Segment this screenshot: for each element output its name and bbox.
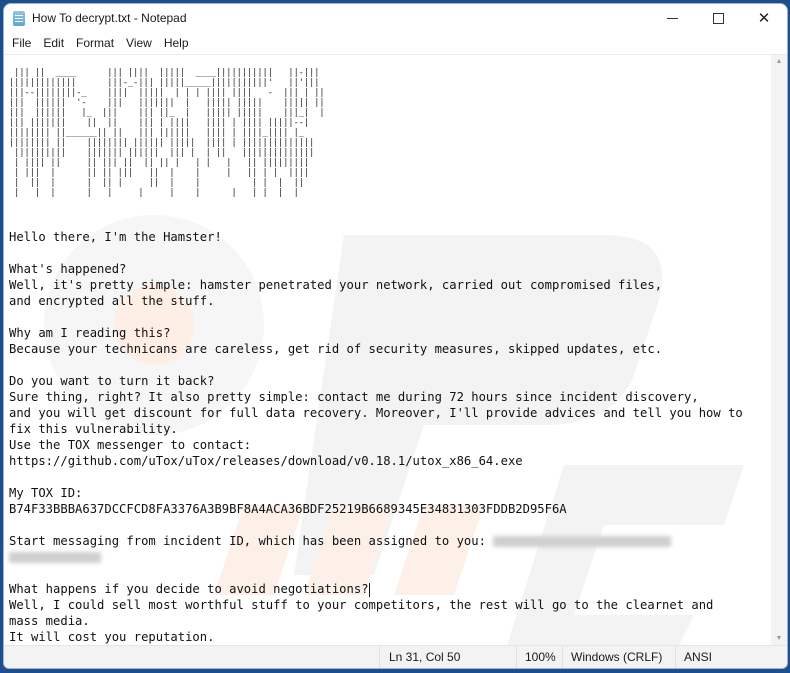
cursor-position: Ln 31, Col 50 xyxy=(379,646,516,668)
title-bar[interactable]: How To decrypt.txt - Notepad ✕ xyxy=(4,4,787,32)
ascii-art-banner: ||| || ____ ||| |||| ||||| ____|||||||||… xyxy=(9,68,325,198)
minimize-button[interactable] xyxy=(649,4,695,32)
menu-help[interactable]: Help xyxy=(160,36,197,50)
maximize-button[interactable] xyxy=(695,4,741,32)
close-button[interactable]: ✕ xyxy=(741,4,787,32)
zoom-level: 100% xyxy=(516,646,562,668)
menu-format[interactable]: Format xyxy=(72,36,122,50)
text-caret xyxy=(368,582,370,597)
status-bar: Ln 31, Col 50 100% Windows (CRLF) ANSI xyxy=(4,645,787,668)
redacted-incident-id xyxy=(493,536,672,547)
menu-view[interactable]: View xyxy=(122,36,160,50)
scroll-up-icon[interactable]: ▲ xyxy=(771,55,787,69)
menu-file[interactable]: File xyxy=(8,36,39,50)
close-icon: ✕ xyxy=(757,10,771,27)
line-ending: Windows (CRLF) xyxy=(562,646,675,668)
text-editor[interactable]: ||| || ____ ||| |||| ||||| ____|||||||||… xyxy=(4,55,771,646)
notepad-window: How To decrypt.txt - Notepad ✕ File Edit… xyxy=(3,3,788,669)
notepad-icon xyxy=(13,10,25,26)
document-text: Hello there, I'm the Hamster! What's hap… xyxy=(9,230,743,644)
maximize-icon xyxy=(712,12,724,24)
menu-bar: File Edit Format View Help xyxy=(4,32,787,55)
menu-edit[interactable]: Edit xyxy=(39,36,72,50)
scroll-down-icon[interactable]: ▼ xyxy=(771,632,787,646)
window-controls: ✕ xyxy=(649,4,787,32)
encoding: ANSI xyxy=(675,646,787,668)
window-title: How To decrypt.txt - Notepad xyxy=(32,11,187,25)
redacted-incident-id-cont xyxy=(9,552,101,563)
vertical-scrollbar[interactable]: ▲ ▼ xyxy=(771,55,787,646)
minimize-icon xyxy=(666,17,678,19)
